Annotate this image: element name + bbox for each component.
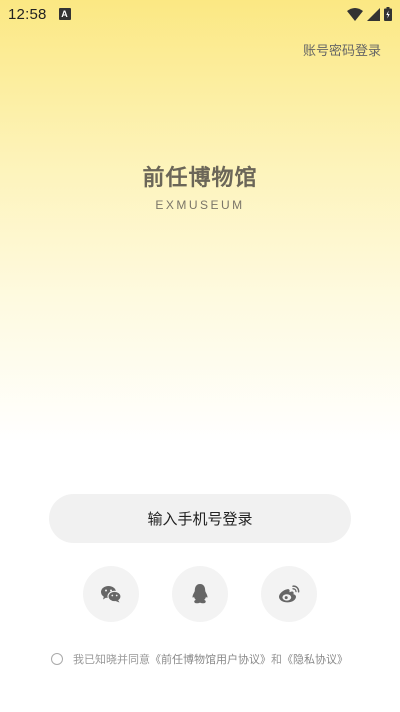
brand-english-name: EXMUSEUM bbox=[155, 198, 245, 212]
wechat-icon bbox=[101, 586, 121, 603]
privacy-policy-link[interactable]: 《隐私协议》 bbox=[282, 653, 348, 666]
status-indicators bbox=[347, 7, 392, 21]
agreement-prefix: 我已知晓并同意 bbox=[73, 653, 150, 666]
status-time: 12:58 bbox=[8, 5, 47, 23]
status-bar: 12:58 A bbox=[0, 0, 400, 28]
qq-icon bbox=[192, 584, 208, 604]
phone-login-button[interactable]: 输入手机号登录 bbox=[49, 494, 351, 543]
user-agreement-link[interactable]: 《前任博物馆用户协议》 bbox=[150, 653, 271, 666]
battery-icon bbox=[384, 7, 392, 21]
brand-logo: 前任博物馆 EXMUSEUM bbox=[0, 160, 400, 212]
agreement-row: 我已知晓并同意《前任博物馆用户协议》和《隐私协议》 bbox=[51, 651, 360, 667]
notification-icon: A bbox=[58, 8, 71, 20]
agreement-checkbox[interactable] bbox=[51, 653, 63, 665]
wechat-login-button[interactable] bbox=[83, 566, 139, 622]
weibo-login-button[interactable] bbox=[261, 566, 317, 622]
account-password-login-link[interactable]: 账号密码登录 bbox=[303, 40, 381, 59]
qq-login-button[interactable] bbox=[172, 566, 228, 622]
cellular-signal-icon bbox=[367, 7, 380, 21]
agreement-text: 我已知晓并同意《前任博物馆用户协议》和《隐私协议》 bbox=[73, 651, 348, 667]
social-login-row bbox=[0, 566, 400, 622]
wifi-icon bbox=[347, 7, 363, 21]
weibo-icon bbox=[279, 585, 300, 603]
brand-name: 前任博物馆 bbox=[142, 165, 258, 191]
agreement-connector: 和 bbox=[271, 653, 282, 666]
